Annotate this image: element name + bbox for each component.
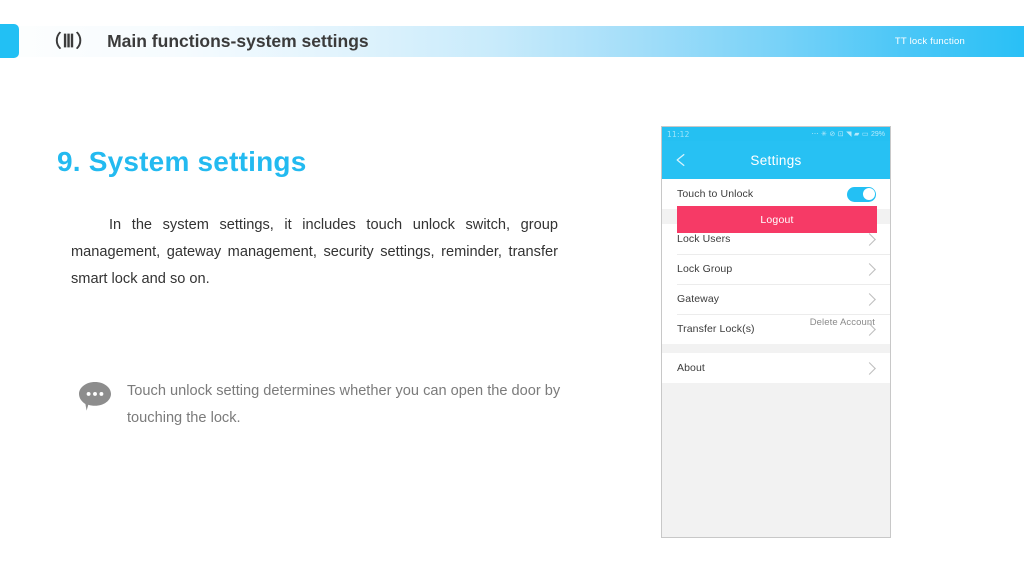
page-title-text: Main functions-system settings bbox=[107, 31, 369, 51]
row-label: Touch to Unlock bbox=[677, 188, 754, 200]
status-bar-icons: ⋯ ✳ ⊘ ⊡ ◥ ▰ ▭ 29% bbox=[811, 131, 885, 138]
body-paragraph: In the system settings, it includes touc… bbox=[71, 217, 558, 287]
settings-group-about: About bbox=[662, 353, 890, 383]
status-bar-time: 11:12 bbox=[667, 129, 690, 139]
phone-nav-title: Settings bbox=[750, 152, 802, 168]
row-gateway[interactable]: Gateway bbox=[662, 284, 890, 314]
header-accent-square bbox=[0, 24, 19, 58]
chevron-right-icon bbox=[863, 232, 876, 246]
chevron-right-icon bbox=[863, 292, 876, 306]
logout-button[interactable]: Logout bbox=[677, 206, 877, 233]
chevron-right-icon bbox=[863, 262, 876, 276]
page-title-numeral: （Ⅲ） bbox=[44, 31, 95, 51]
settings-group-toggle: Touch to Unlock bbox=[662, 179, 890, 209]
toggle-knob bbox=[862, 188, 875, 200]
screenshot-icon: ⊡ bbox=[837, 130, 844, 138]
speech-bubble-icon bbox=[78, 381, 112, 412]
phone-mockup: 11:12 ⋯ ✳ ⊘ ⊡ ◥ ▰ ▭ 29% Settings Touch t… bbox=[661, 126, 891, 538]
phone-nav-bar: Settings bbox=[662, 141, 890, 179]
cellular-icon: ▰ bbox=[853, 130, 860, 138]
phone-screen-body: Touch to Unlock Lock Users Lock Group Ga… bbox=[662, 179, 890, 537]
alarm-icon: ⊘ bbox=[829, 130, 836, 138]
battery-percent: 29% bbox=[870, 130, 885, 138]
group-divider-2 bbox=[662, 344, 890, 353]
back-arrow-icon[interactable] bbox=[673, 151, 691, 169]
row-label: About bbox=[677, 362, 705, 374]
signal-dots-icon: ⋯ bbox=[811, 130, 819, 138]
wifi-icon: ◥ bbox=[846, 130, 852, 138]
battery-icon: ▭ bbox=[861, 130, 869, 138]
section-title: 9. System settings bbox=[57, 146, 307, 177]
bluetooth-icon: ✳ bbox=[820, 130, 827, 138]
row-label: Gateway bbox=[677, 293, 720, 305]
chevron-right-icon bbox=[863, 361, 876, 375]
note-text: Touch unlock setting determines whether … bbox=[127, 383, 561, 426]
page-title: （Ⅲ） Main functions-system settings bbox=[44, 28, 369, 53]
phone-status-bar: 11:12 ⋯ ✳ ⊘ ⊡ ◥ ▰ ▭ 29% bbox=[662, 127, 890, 141]
row-touch-to-unlock[interactable]: Touch to Unlock bbox=[662, 179, 890, 209]
header-right-label: TT lock function bbox=[894, 36, 965, 47]
row-about[interactable]: About bbox=[662, 353, 890, 383]
row-label: Lock Group bbox=[677, 263, 733, 275]
row-lock-group[interactable]: Lock Group bbox=[662, 254, 890, 284]
row-label: Lock Users bbox=[677, 233, 731, 245]
touch-to-unlock-toggle[interactable] bbox=[847, 186, 876, 202]
delete-account-link[interactable]: Delete Account bbox=[810, 317, 875, 328]
